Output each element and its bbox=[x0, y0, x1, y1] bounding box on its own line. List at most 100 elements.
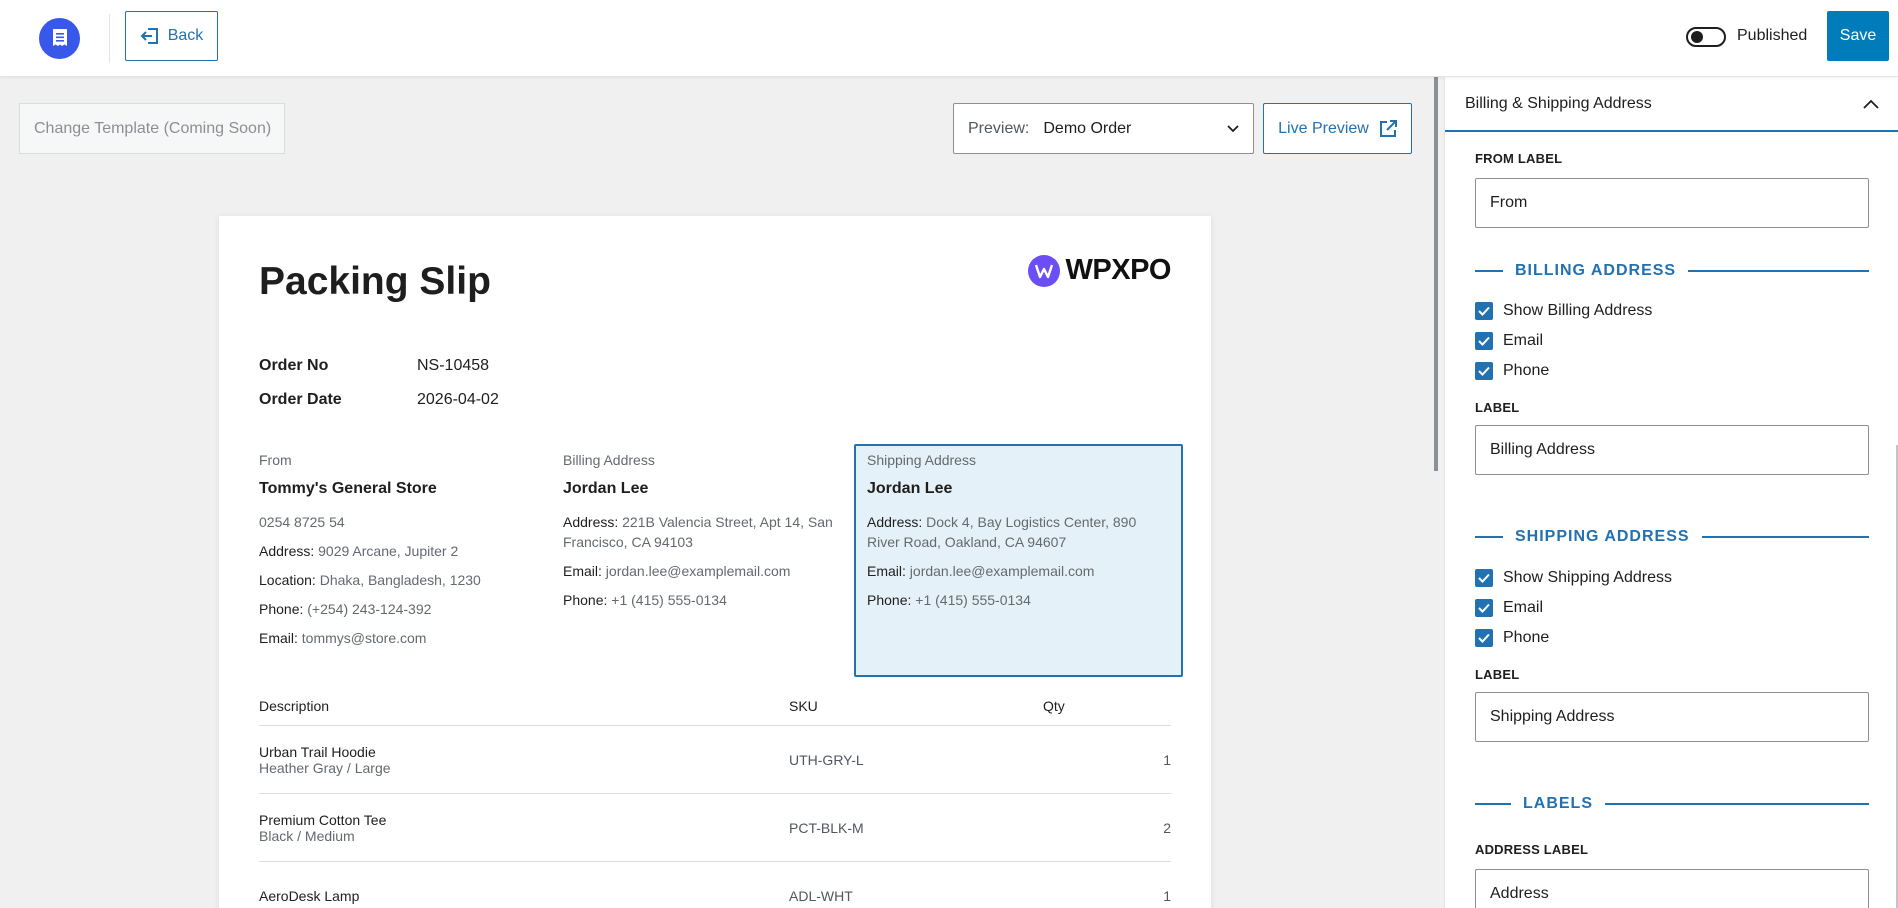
from-phone-plain: 0254 8725 54 bbox=[259, 514, 345, 530]
order-no-label: Order No bbox=[259, 357, 329, 374]
item-sku: UTH-GRY-L bbox=[789, 751, 864, 768]
back-label: Back bbox=[167, 27, 204, 44]
item-sku: PCT-BLK-M bbox=[789, 819, 864, 836]
table-row: Urban Trail Hoodie Heather Gray / Large … bbox=[259, 726, 1171, 794]
shipping-label-input[interactable] bbox=[1475, 692, 1869, 742]
chevron-up-icon[interactable] bbox=[1863, 99, 1879, 109]
item-description: Urban Trail Hoodie Heather Gray / Large bbox=[259, 743, 391, 776]
col-qty: Qty bbox=[1043, 697, 1065, 714]
labels-section: LABELS bbox=[1475, 795, 1869, 813]
back-button[interactable]: Back bbox=[125, 11, 218, 61]
billing-address-line: Address: 221B Valencia Street, Apt 14, S… bbox=[563, 514, 833, 550]
checkmark-icon bbox=[1475, 302, 1493, 320]
brand-mark-icon bbox=[1027, 254, 1060, 287]
col-sku: SKU bbox=[789, 697, 818, 714]
shipping-name: Jordan Lee bbox=[867, 480, 953, 497]
address-label-input[interactable] bbox=[1475, 869, 1869, 908]
shipping-address-heading: SHIPPING ADDRESS bbox=[1515, 528, 1690, 545]
item-qty: 1 bbox=[1163, 887, 1171, 904]
canvas-scrollbar[interactable] bbox=[1434, 77, 1438, 471]
billing-phone-checkbox[interactable]: Phone bbox=[1475, 362, 1549, 380]
toggle-knob bbox=[1691, 31, 1703, 43]
item-description: AeroDesk Lamp bbox=[259, 887, 360, 904]
billing-name: Jordan Lee bbox=[563, 480, 649, 497]
brand-name: WPXPO bbox=[1065, 254, 1172, 286]
shipping-address[interactable]: Shipping Address Jordan Lee Address: Doc… bbox=[867, 452, 1147, 619]
billing-email-line: Email: jordan.lee@examplemail.com bbox=[563, 563, 791, 579]
show-shipping-checkbox[interactable]: Show Shipping Address bbox=[1475, 569, 1672, 587]
from-address-line: Address: 9029 Arcane, Jupiter 2 bbox=[259, 543, 459, 559]
billing-label-title: LABEL bbox=[1475, 400, 1520, 415]
checkmark-icon bbox=[1475, 332, 1493, 350]
packing-slip-page: Packing Slip WPXPO Order No NS-10458 Ord… bbox=[219, 216, 1211, 908]
billing-heading: Billing Address bbox=[563, 452, 655, 468]
order-no-row: Order No NS-10458 bbox=[259, 349, 499, 383]
from-heading: From bbox=[259, 452, 292, 468]
from-name: Tommy's General Store bbox=[259, 480, 437, 497]
table-row: AeroDesk Lamp ADL-WHT 1 bbox=[259, 862, 1171, 908]
document-title: Packing Slip bbox=[259, 260, 491, 303]
billing-label-input[interactable] bbox=[1475, 425, 1869, 475]
billing-address[interactable]: Billing Address Jordan Lee Address: 221B… bbox=[563, 452, 853, 619]
shipping-label-title: LABEL bbox=[1475, 667, 1520, 682]
order-date-value: 2026-04-02 bbox=[417, 391, 499, 408]
preview-label: Preview: bbox=[968, 119, 1030, 137]
published-label: Published bbox=[1737, 27, 1808, 44]
external-link-icon bbox=[1379, 119, 1397, 137]
from-email-line: Email: tommys@store.com bbox=[259, 630, 427, 646]
checkmark-icon bbox=[1475, 569, 1493, 587]
col-description: Description bbox=[259, 697, 330, 714]
billing-address-section: BILLING ADDRESS bbox=[1475, 262, 1869, 280]
shipping-email-line: Email: jordan.lee@examplemail.com bbox=[867, 563, 1095, 579]
save-button[interactable]: Save bbox=[1827, 11, 1889, 61]
order-date-row: Order Date 2026-04-02 bbox=[259, 383, 499, 417]
shipping-phone-line: Phone: +1 (415) 555-0134 bbox=[867, 592, 1031, 608]
shipping-address-line: Address: Dock 4, Bay Logistics Center, 8… bbox=[867, 514, 1137, 550]
from-label-title: FROM LABEL bbox=[1475, 151, 1563, 166]
panel-section-title: Billing & Shipping Address bbox=[1465, 94, 1652, 112]
panel-section-header[interactable]: Billing & Shipping Address bbox=[1445, 77, 1898, 132]
from-location-line: Location: Dhaka, Bangladesh, 1230 bbox=[259, 572, 481, 588]
preview-select[interactable]: Preview: Demo Order bbox=[953, 103, 1254, 154]
change-template-button: Change Template (Coming Soon) bbox=[19, 103, 285, 154]
item-description: Premium Cotton Tee Black / Medium bbox=[259, 811, 387, 844]
settings-panel: Billing & Shipping Address FROM LABEL BI… bbox=[1444, 77, 1898, 908]
live-preview-label: Live Preview bbox=[1278, 119, 1369, 137]
order-meta: Order No NS-10458 Order Date 2026-04-02 bbox=[259, 349, 499, 417]
from-address[interactable]: From Tommy's General Store 0254 8725 54 … bbox=[259, 452, 549, 657]
from-label-input[interactable] bbox=[1475, 178, 1869, 228]
item-qty: 1 bbox=[1163, 751, 1171, 768]
order-no-value: NS-10458 bbox=[417, 357, 490, 374]
billing-address-heading: BILLING ADDRESS bbox=[1515, 262, 1677, 279]
top-bar: Back Published Save bbox=[0, 0, 1898, 77]
shipping-phone-checkbox[interactable]: Phone bbox=[1475, 629, 1549, 647]
billing-phone-line: Phone: +1 (415) 555-0134 bbox=[563, 592, 727, 608]
document-icon bbox=[52, 28, 67, 46]
labels-heading: LABELS bbox=[1523, 795, 1593, 812]
billing-email-checkbox[interactable]: Email bbox=[1475, 332, 1543, 350]
table-row: Premium Cotton Tee Black / Medium PCT-BL… bbox=[259, 794, 1171, 862]
checkmark-icon bbox=[1475, 599, 1493, 617]
item-qty: 2 bbox=[1163, 819, 1171, 836]
order-date-label: Order Date bbox=[259, 391, 342, 408]
shipping-email-checkbox[interactable]: Email bbox=[1475, 599, 1543, 617]
show-billing-checkbox[interactable]: Show Billing Address bbox=[1475, 302, 1652, 320]
item-sku: ADL-WHT bbox=[789, 887, 853, 904]
shipping-address-section: SHIPPING ADDRESS bbox=[1475, 528, 1869, 546]
from-phone-line: Phone: (+254) 243-124-392 bbox=[259, 601, 432, 617]
address-label-title: ADDRESS LABEL bbox=[1475, 842, 1589, 857]
editor-canvas: Change Template (Coming Soon) Preview: D… bbox=[0, 77, 1438, 908]
toolbar-divider bbox=[109, 14, 110, 63]
back-arrow-icon bbox=[140, 28, 158, 44]
published-toggle[interactable] bbox=[1686, 27, 1726, 47]
live-preview-button[interactable]: Live Preview bbox=[1263, 103, 1412, 154]
shipping-heading: Shipping Address bbox=[867, 452, 976, 468]
checkmark-icon bbox=[1475, 362, 1493, 380]
checkmark-icon bbox=[1475, 629, 1493, 647]
preview-value: Demo Order bbox=[1043, 119, 1132, 137]
items-table: Description SKU Qty Urban Trail Hoodie H… bbox=[259, 686, 1171, 908]
app-logo[interactable] bbox=[39, 18, 80, 59]
chevron-down-icon bbox=[1227, 124, 1239, 132]
brand-logo: WPXPO bbox=[1027, 254, 1172, 287]
table-header: Description SKU Qty bbox=[259, 686, 1171, 726]
